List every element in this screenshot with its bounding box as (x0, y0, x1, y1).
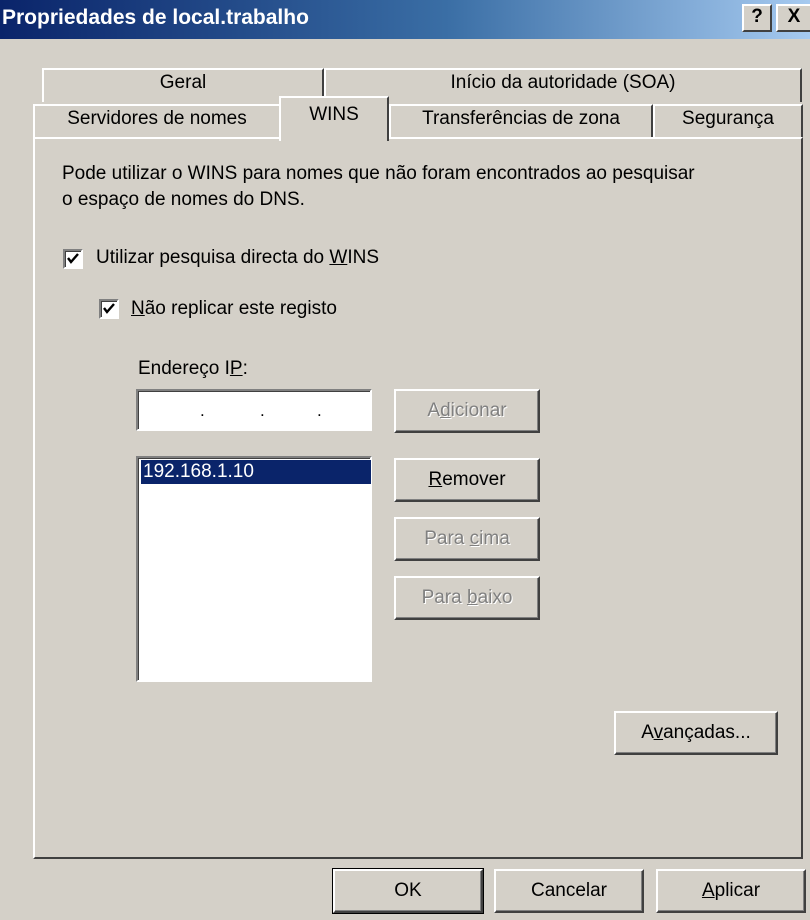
no-replicate-label[interactable]: Não replicar este registo (131, 298, 337, 320)
no-replicate-checkbox[interactable] (99, 299, 119, 319)
ip-octet-separator: . (317, 401, 322, 420)
dialog-window: Propriedades de local.trabalho ? X Geral… (0, 0, 810, 920)
help-button[interactable]: ? (742, 4, 772, 32)
use-wins-checkbox[interactable] (63, 249, 83, 269)
move-up-button[interactable]: Para cima (394, 517, 540, 561)
ip-octet-separator: . (260, 401, 265, 420)
tab-soa[interactable]: Início da autoridade (SOA) (324, 68, 802, 102)
window-title: Propriedades de local.trabalho (2, 6, 309, 29)
move-down-button[interactable]: Para baixo (394, 576, 540, 620)
remove-button[interactable]: Remover (394, 458, 540, 502)
use-wins-label[interactable]: Utilizar pesquisa directa do WINS (96, 247, 379, 269)
checkmark-icon (103, 303, 115, 314)
advanced-button[interactable]: Avançadas... (614, 711, 778, 755)
help-icon: ? (751, 6, 763, 27)
list-item[interactable]: 192.168.1.10 (140, 459, 372, 485)
ip-address-list[interactable]: 192.168.1.10 (136, 456, 372, 682)
description-line-1: Pode utilizar o WINS para nomes que não … (62, 163, 695, 184)
checkmark-icon (67, 253, 79, 264)
ok-button[interactable]: OK (332, 868, 484, 914)
tab-servidores-de-nomes[interactable]: Servidores de nomes (33, 104, 281, 139)
tab-transferencias-de-zona[interactable]: Transferências de zona (389, 104, 653, 139)
apply-button[interactable]: Aplicar (656, 869, 806, 913)
tab-wins[interactable]: WINS (279, 96, 389, 141)
title-bar[interactable]: Propriedades de local.trabalho ? X (0, 0, 810, 39)
add-button[interactable]: Adicionar (394, 389, 540, 433)
close-button[interactable]: X (776, 4, 810, 32)
cancel-button[interactable]: Cancelar (494, 869, 644, 913)
tab-seguranca[interactable]: Segurança (653, 104, 803, 139)
ip-octet-separator: . (200, 401, 205, 420)
ip-address-input[interactable]: . . . (136, 389, 372, 431)
description-line-2: o espaço de nomes do DNS. (62, 189, 305, 210)
close-icon: X (787, 6, 801, 27)
ip-address-label: Endereço IP: (138, 358, 248, 379)
